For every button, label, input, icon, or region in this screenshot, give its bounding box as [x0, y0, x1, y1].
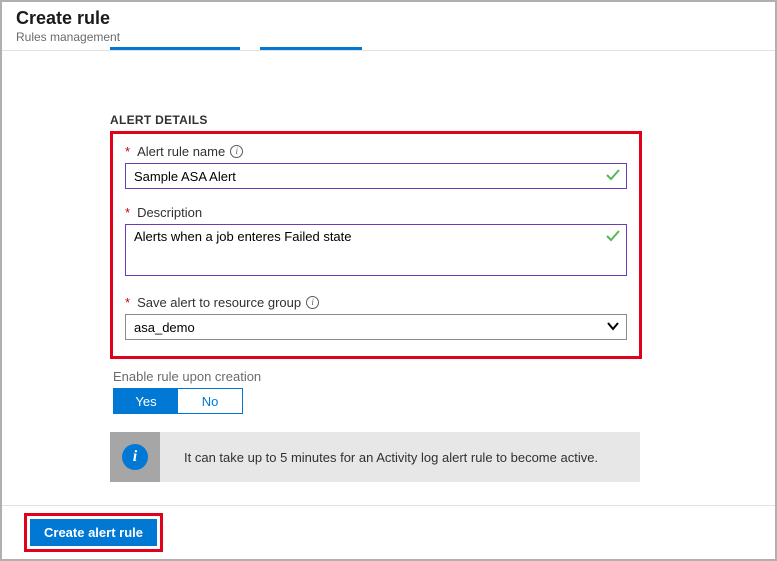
label-text: Alert rule name [137, 144, 225, 159]
checkmark-icon [605, 167, 621, 183]
description-label: * Description [125, 205, 627, 220]
enable-no-button[interactable]: No [178, 389, 242, 413]
enable-rule-section: Enable rule upon creation Yes No [113, 369, 662, 414]
info-banner-text: It can take up to 5 minutes for an Activ… [160, 450, 598, 465]
enable-rule-label: Enable rule upon creation [113, 369, 662, 384]
required-asterisk: * [125, 205, 130, 220]
page-title: Create rule [16, 8, 761, 29]
label-text: Save alert to resource group [137, 295, 301, 310]
info-icon[interactable]: i [230, 145, 243, 158]
required-asterisk: * [125, 295, 130, 310]
info-icon: i [122, 444, 148, 470]
info-icon[interactable]: i [306, 296, 319, 309]
label-text: Description [137, 205, 202, 220]
required-asterisk: * [125, 144, 130, 159]
form-content: ALERT DETAILS * Alert rule name i * Desc… [2, 53, 662, 482]
placeholder-bar [260, 47, 362, 50]
page-header: Create rule Rules management [2, 2, 775, 51]
alert-details-highlight: * Alert rule name i * Description * Sa [110, 131, 642, 359]
checkmark-icon [605, 228, 621, 244]
enable-yes-button[interactable]: Yes [114, 389, 178, 413]
create-alert-rule-button[interactable]: Create alert rule [30, 519, 157, 546]
rule-name-input[interactable] [125, 163, 627, 189]
description-input[interactable] [125, 224, 627, 276]
page-subtitle: Rules management [16, 30, 761, 44]
info-banner: i It can take up to 5 minutes for an Act… [110, 432, 640, 482]
field-rule-name: * Alert rule name i [125, 144, 627, 189]
field-resource-group: * Save alert to resource group i asa_dem… [125, 295, 627, 340]
create-button-highlight: Create alert rule [24, 513, 163, 552]
alert-details-heading: ALERT DETAILS [110, 113, 662, 127]
resource-group-select[interactable]: asa_demo [125, 314, 627, 340]
placeholder-bar [110, 47, 240, 50]
rule-name-label: * Alert rule name i [125, 144, 627, 159]
info-banner-icon-box: i [110, 432, 160, 482]
footer: Create alert rule [2, 505, 775, 559]
collapsed-section-bars [110, 47, 775, 53]
field-description: * Description [125, 205, 627, 279]
enable-rule-toggle: Yes No [113, 388, 243, 414]
resource-group-label: * Save alert to resource group i [125, 295, 627, 310]
